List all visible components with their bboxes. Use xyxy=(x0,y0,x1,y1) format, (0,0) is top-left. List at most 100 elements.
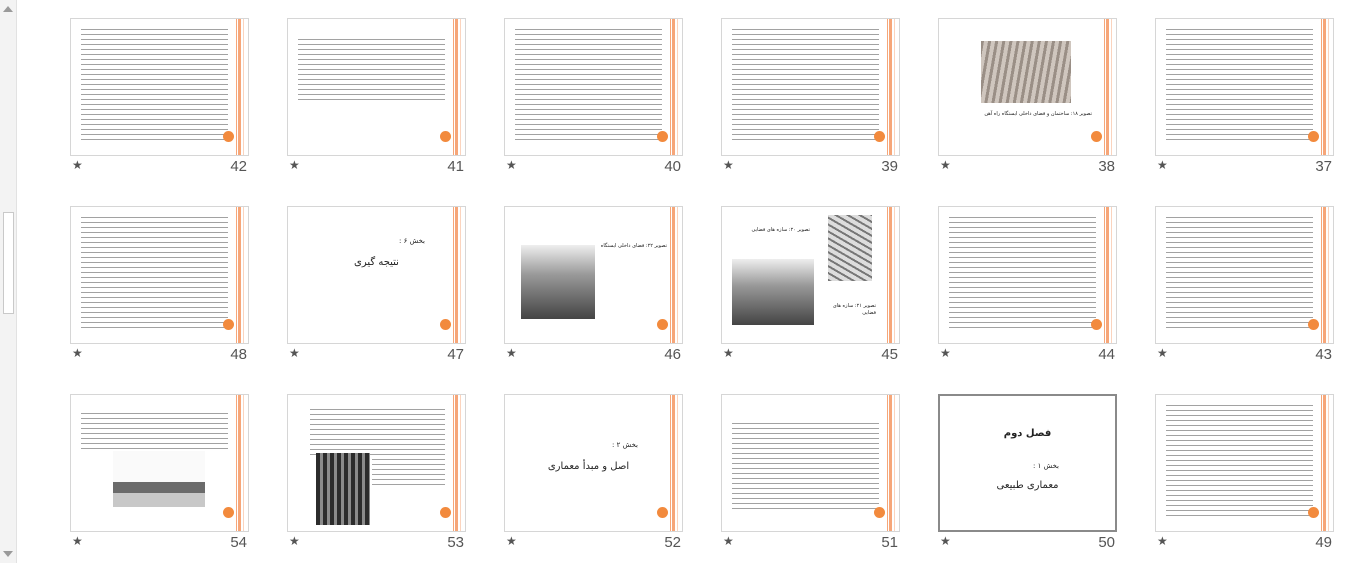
slide-thumbnail[interactable] xyxy=(1155,18,1334,156)
animation-star-icon[interactable]: ★ xyxy=(1157,534,1168,548)
animation-star-icon[interactable]: ★ xyxy=(289,346,300,360)
accent-stripe xyxy=(889,19,892,155)
slide-thumbnail[interactable] xyxy=(70,18,249,156)
slide-thumbnail[interactable] xyxy=(721,18,900,156)
slide-thumbnail[interactable]: تصویر ۱۸: ساختمان و فضای داخلی ایستگاه ر… xyxy=(938,18,1117,156)
animation-star-icon[interactable]: ★ xyxy=(1157,346,1168,360)
animation-star-icon[interactable]: ★ xyxy=(506,534,517,548)
animation-star-icon[interactable]: ★ xyxy=(289,158,300,172)
slide-thumbnail[interactable] xyxy=(287,18,466,156)
orange-dot-icon xyxy=(223,507,234,518)
accent-stripe-thin xyxy=(1321,395,1322,531)
slide-37[interactable]: ★ 37 xyxy=(1155,18,1334,187)
accent-stripe-light xyxy=(460,207,461,343)
slide-number: 51 xyxy=(881,534,898,551)
image-caption-bottom: تصویر ۲۱: سازه های فضایی xyxy=(832,303,876,316)
slide-thumbnail[interactable] xyxy=(1155,206,1334,344)
animation-star-icon[interactable]: ★ xyxy=(940,534,951,548)
slide-39[interactable]: ★ 39 xyxy=(721,18,900,187)
slide-thumbnail[interactable] xyxy=(504,18,683,156)
slide-47[interactable]: بخش ۶ : نتیجه گیری ★ 47 xyxy=(287,206,466,375)
slide-41[interactable]: ★ 41 xyxy=(287,18,466,187)
slide-thumbnail[interactable]: تصویر ۲۲: فضای داخلی ایستگاه xyxy=(504,206,683,344)
accent-stripe-thin xyxy=(236,19,237,155)
animation-star-icon[interactable]: ★ xyxy=(506,158,517,172)
accent-stripe-light xyxy=(243,395,244,531)
animation-star-icon[interactable]: ★ xyxy=(506,346,517,360)
text-content xyxy=(81,29,228,141)
animation-star-icon[interactable]: ★ xyxy=(1157,158,1168,172)
accent-stripe-light xyxy=(677,19,678,155)
slide-51[interactable]: ★ 51 xyxy=(721,394,900,563)
animation-star-icon[interactable]: ★ xyxy=(72,534,83,548)
animation-star-icon[interactable]: ★ xyxy=(723,158,734,172)
slide-number: 40 xyxy=(664,158,681,175)
slide-43[interactable]: ★ 43 xyxy=(1155,206,1334,375)
text-content xyxy=(81,217,228,329)
accent-stripe-light xyxy=(894,395,895,531)
slide-thumbnail[interactable]: تصویر ۲۰: سازه های فضایی تصویر ۲۱: سازه … xyxy=(721,206,900,344)
slide-50[interactable]: فصل دوم بخش ۱ : معماری طبیعی ★ 50 xyxy=(938,394,1117,563)
slide-number: 52 xyxy=(664,534,681,551)
orange-dot-icon xyxy=(1091,131,1102,142)
orange-dot-icon xyxy=(874,507,885,518)
slide-54[interactable]: ★ 54 xyxy=(70,394,249,563)
accent-stripe-light xyxy=(243,19,244,155)
slide-number: 39 xyxy=(881,158,898,175)
slide-44[interactable]: ★ 44 xyxy=(938,206,1117,375)
text-content xyxy=(1166,405,1313,517)
building-photo xyxy=(113,451,205,507)
slide-thumbnail[interactable] xyxy=(721,394,900,532)
slide-thumbnail-selected[interactable]: فصل دوم بخش ۱ : معماری طبیعی xyxy=(938,394,1117,532)
slide-42[interactable]: ★ 42 xyxy=(70,18,249,187)
scroll-thumb[interactable] xyxy=(3,212,14,314)
orange-dot-icon xyxy=(1308,131,1319,142)
vertical-scrollbar[interactable] xyxy=(0,0,17,563)
slide-thumbnail[interactable]: بخش ۶ : نتیجه گیری xyxy=(287,206,466,344)
building-photo xyxy=(316,453,370,525)
accent-stripe-light xyxy=(1111,207,1112,343)
slide-number: 45 xyxy=(881,346,898,363)
accent-stripe-light xyxy=(1328,395,1329,531)
slide-thumbnail[interactable] xyxy=(70,394,249,532)
slide-53[interactable]: ★ 53 xyxy=(287,394,466,563)
slide-thumbnail[interactable] xyxy=(1155,394,1334,532)
slide-thumbnail[interactable] xyxy=(938,206,1117,344)
orange-dot-icon xyxy=(223,319,234,330)
animation-star-icon[interactable]: ★ xyxy=(940,346,951,360)
slide-number: 54 xyxy=(230,534,247,551)
slide-48[interactable]: ★ 48 xyxy=(70,206,249,375)
accent-stripe-light xyxy=(677,207,678,343)
animation-star-icon[interactable]: ★ xyxy=(940,158,951,172)
slide-38[interactable]: تصویر ۱۸: ساختمان و فضای داخلی ایستگاه ر… xyxy=(938,18,1117,187)
accent-stripe xyxy=(672,395,675,531)
slide-thumbnail[interactable] xyxy=(70,206,249,344)
animation-star-icon[interactable]: ★ xyxy=(723,346,734,360)
section-title: معماری طبیعی xyxy=(996,480,1059,491)
accent-stripe xyxy=(238,395,241,531)
slide-49[interactable]: ★ 49 xyxy=(1155,394,1334,563)
accent-stripe xyxy=(455,395,458,531)
image-caption: تصویر ۲۲: فضای داخلی ایستگاه xyxy=(600,243,667,249)
scroll-down-icon[interactable] xyxy=(3,551,13,557)
slide-46[interactable]: تصویر ۲۲: فضای داخلی ایستگاه ★ 46 xyxy=(504,206,683,375)
slide-thumbnail[interactable] xyxy=(287,394,466,532)
slide-45[interactable]: تصویر ۲۰: سازه های فضایی تصویر ۲۱: سازه … xyxy=(721,206,900,375)
animation-star-icon[interactable]: ★ xyxy=(289,534,300,548)
slide-number: 44 xyxy=(1098,346,1115,363)
animation-star-icon[interactable]: ★ xyxy=(72,158,83,172)
structure-photo-top xyxy=(828,215,872,281)
accent-stripe-thin xyxy=(1321,19,1322,155)
accent-stripe xyxy=(672,19,675,155)
animation-star-icon[interactable]: ★ xyxy=(72,346,83,360)
section-label: بخش ۲ : xyxy=(612,441,638,449)
slide-40[interactable]: ★ 40 xyxy=(504,18,683,187)
scroll-up-icon[interactable] xyxy=(3,6,13,12)
animation-star-icon[interactable]: ★ xyxy=(723,534,734,548)
accent-stripe-thin xyxy=(453,395,454,531)
text-content xyxy=(515,29,662,141)
slide-52[interactable]: بخش ۲ : اصل و مبدأ معماری ★ 52 xyxy=(504,394,683,563)
accent-stripe-light xyxy=(894,207,895,343)
slide-thumbnail[interactable]: بخش ۲ : اصل و مبدأ معماری xyxy=(504,394,683,532)
accent-stripe-light xyxy=(894,19,895,155)
